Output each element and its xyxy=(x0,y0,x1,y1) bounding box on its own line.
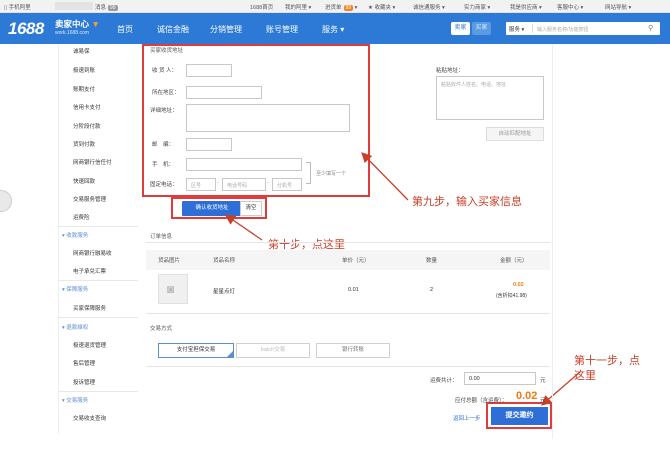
shipping-unit: 元 xyxy=(540,378,546,384)
product-discount: (含折扣41.98) xyxy=(496,293,527,299)
submit-invite-button[interactable]: 提交邀约 xyxy=(491,407,548,425)
order-section-title: 订单信息 xyxy=(150,234,173,240)
payment-option-alipay[interactable]: 支付宝担保交易 xyxy=(158,343,234,358)
shipping-label: 运费共计： xyxy=(430,378,458,384)
order-divider xyxy=(146,242,550,243)
camera-icon: ◙ xyxy=(167,282,175,296)
product-price: 0.01 xyxy=(348,287,359,293)
step10-arrow xyxy=(224,214,263,241)
step9-arrow xyxy=(361,152,409,201)
product-name[interactable]: 星星点灯 xyxy=(213,287,235,295)
back-link[interactable]: 返回上一步 xyxy=(453,414,481,422)
col-amount-header: 金额（元） xyxy=(500,258,528,264)
annotation-arrows xyxy=(224,152,581,406)
content-border xyxy=(552,44,553,439)
payment-option-label: 支付宝担保交易 xyxy=(176,347,216,353)
col-name-header: 货品名称 xyxy=(213,258,236,264)
payment-option-bank[interactable]: 银行转账 xyxy=(316,343,390,358)
product-amount: 0.02 xyxy=(513,282,524,288)
shipping-value: 0.00 xyxy=(469,376,480,382)
total-unit: 元 xyxy=(540,398,546,404)
footer-blank xyxy=(0,440,670,466)
col-qty-header: 数量 xyxy=(426,258,438,264)
payment-section-title: 交易方式 xyxy=(150,326,173,332)
step11-annotation: 第十一步，点这里 xyxy=(574,354,640,382)
col-image-header: 货品图片 xyxy=(158,258,181,264)
order-divider xyxy=(146,313,550,314)
shipping-input[interactable]: 0.00 xyxy=(464,372,536,385)
total-amount: 0.02 xyxy=(516,390,538,402)
payment-option-batch[interactable]: batch交易 xyxy=(236,343,310,358)
step9-annotation: 第九步，输入买家信息 xyxy=(412,195,522,208)
product-thumbnail[interactable]: ◙ xyxy=(158,274,188,304)
selected-check-icon xyxy=(227,351,233,357)
col-price-header: 单价（元） xyxy=(342,258,370,264)
payment-divider xyxy=(146,366,550,367)
total-label: 应付总额（含运费）： xyxy=(455,398,508,404)
product-qty: 2 xyxy=(430,287,434,293)
